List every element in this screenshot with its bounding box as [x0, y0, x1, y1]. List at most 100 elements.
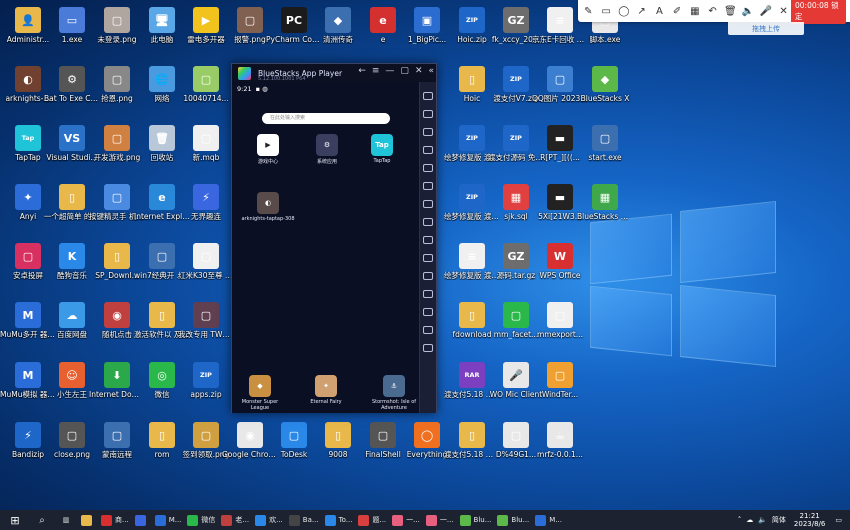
- arrow-icon[interactable]: ↗: [634, 3, 649, 19]
- macro-icon[interactable]: [423, 164, 433, 172]
- desktop-icon[interactable]: ⚡ 无界趣连: [178, 182, 234, 242]
- taskbar-app[interactable]: M...: [152, 510, 185, 530]
- minimize-icon[interactable]: —: [385, 66, 394, 76]
- folder-icon[interactable]: [423, 236, 433, 244]
- close-icon[interactable]: ✕: [776, 3, 791, 19]
- desktop-icon[interactable]: W WPS Office: [532, 241, 588, 301]
- home-icon[interactable]: [423, 326, 433, 334]
- desktop-icon-glyph: ZIP: [459, 7, 485, 33]
- taskbar-app[interactable]: Ba...: [286, 510, 322, 530]
- desktop-icon-glyph: ▦: [503, 184, 529, 210]
- location-icon[interactable]: [423, 254, 433, 262]
- taskbar-app[interactable]: [132, 510, 152, 530]
- dock-monster-super-league[interactable]: ◆ Monster Super League: [234, 375, 286, 411]
- desktop-icon-glyph: e: [370, 7, 396, 33]
- desktop-icon-glyph: ZIP: [503, 66, 529, 92]
- taskbar-app[interactable]: 欢...: [252, 510, 286, 530]
- upload-drop-button[interactable]: 拖拽上传: [728, 22, 804, 35]
- desktop-icon[interactable]: ▢ WindTer...: [532, 360, 588, 420]
- network-icon[interactable]: ☁: [746, 516, 753, 524]
- microphone-icon[interactable]: 🎤: [759, 3, 774, 19]
- app-taptap[interactable]: Tap TapTap: [362, 134, 402, 164]
- desktop-icon[interactable]: ▢ start.exe: [577, 123, 633, 183]
- app-system[interactable]: ⚙ 系统应用: [307, 134, 347, 165]
- text-icon[interactable]: A: [652, 3, 667, 19]
- desktop-icon-label: 10040714...: [183, 94, 229, 103]
- dock-stormshot[interactable]: ⚓ Stormshot: Isle of Adventure: [368, 375, 420, 411]
- desktop-icon-glyph: ▯: [459, 66, 485, 92]
- video-icon[interactable]: [423, 128, 433, 136]
- speaker-icon[interactable]: 🔈: [758, 516, 767, 524]
- tray-chevron-icon[interactable]: ˄: [738, 516, 742, 524]
- status-bar: 9:21 ▪ ◍: [232, 82, 420, 95]
- rotate-icon[interactable]: [423, 182, 433, 190]
- taskbar-app[interactable]: M...: [532, 510, 565, 530]
- ime-indicator[interactable]: 简体: [772, 515, 786, 525]
- desktop-icon[interactable]: ▦ BlueStacks 多开器...: [577, 182, 633, 242]
- clock[interactable]: 21:21 2023/8/6: [794, 512, 825, 528]
- speaker-icon[interactable]: 🔈: [741, 3, 756, 19]
- undo-icon[interactable]: ↶: [705, 3, 720, 19]
- taskbar-app[interactable]: 商...: [98, 510, 132, 530]
- apk-icon[interactable]: [423, 200, 433, 208]
- rectangle-icon[interactable]: ▭: [599, 3, 614, 19]
- delete-icon[interactable]: 🗑: [723, 3, 738, 19]
- settings-icon[interactable]: [423, 290, 433, 298]
- taskbar-app[interactable]: To...: [322, 510, 356, 530]
- marker-icon[interactable]: ✐: [670, 3, 685, 19]
- bluestacks-window: BlueStacks App Player 5.12.100.1001 P64 …: [231, 63, 437, 413]
- mosaic-icon[interactable]: ▦: [688, 3, 703, 19]
- circle-icon[interactable]: ◯: [617, 3, 632, 19]
- fullscreen-icon[interactable]: [423, 92, 433, 100]
- taskbar-app[interactable]: [78, 510, 98, 530]
- taskbar-app[interactable]: 一...: [423, 510, 457, 530]
- collapse-icon[interactable]: «: [428, 66, 434, 76]
- recording-timer[interactable]: 00:00:08 锁定: [791, 0, 847, 24]
- app-game-center[interactable]: ▶ 游戏中心: [248, 134, 288, 165]
- taskbar-app[interactable]: Blu...: [457, 510, 495, 530]
- dock-eternal-fairy[interactable]: ✦ Eternal Fairy: [302, 375, 350, 405]
- taskbar-app-label: 商...: [115, 516, 129, 524]
- desktop-icon-label: BlueStacks 多开器...: [577, 212, 633, 221]
- task-view-button[interactable]: ▥: [54, 510, 78, 530]
- desktop-icon-glyph: ▢: [193, 125, 219, 151]
- desktop-icon-glyph: ▣: [414, 7, 440, 33]
- taskbar-app[interactable]: 题...: [355, 510, 389, 530]
- app-arknights[interactable]: ◐ arknights-taptap-308: [240, 192, 296, 222]
- desktop-icon-glyph: ZIP: [459, 125, 485, 151]
- taskbar-app[interactable]: 一...: [389, 510, 423, 530]
- desktop-icon[interactable]: ZIP apps.zip: [178, 360, 234, 420]
- start-button[interactable]: ⊞: [0, 510, 30, 530]
- desktop-icon[interactable]: ▢ 10040714...: [178, 64, 234, 124]
- desktop-icon-glyph: ▢: [104, 7, 130, 33]
- back-icon[interactable]: ←: [358, 66, 366, 76]
- taskbar-app[interactable]: Blu...: [494, 510, 532, 530]
- notification-icon[interactable]: ▭: [835, 516, 842, 524]
- taskbar-app-label: 老...: [235, 516, 250, 524]
- desktop-icon[interactable]: ▢ 新.mqb: [178, 123, 234, 183]
- keyboard-icon[interactable]: [423, 146, 433, 154]
- desktop-icon-label: start.exe: [588, 153, 622, 162]
- taskbar-app-label: M...: [168, 516, 182, 524]
- menu-icon[interactable]: ≡: [372, 66, 380, 76]
- desktop-icon-glyph: e: [149, 184, 175, 210]
- desktop-icon[interactable]: ☕ mrfz-0.0.1...: [532, 420, 588, 480]
- pen-icon[interactable]: ✎: [581, 3, 596, 19]
- close-icon[interactable]: ✕: [415, 66, 423, 76]
- search-button[interactable]: ⌕: [30, 510, 54, 530]
- recent-icon[interactable]: [423, 344, 433, 352]
- desktop-icon[interactable]: ◆ BlueStacks X: [577, 64, 633, 124]
- desktop-icon-glyph: ▢: [237, 7, 263, 33]
- maximize-icon[interactable]: ▢: [400, 66, 409, 76]
- desktop-icon[interactable]: ▢ mmexport...: [532, 300, 588, 360]
- bluestacks-titlebar[interactable]: BlueStacks App Player 5.12.100.1001 P64 …: [232, 64, 436, 82]
- taskbar-app[interactable]: 微信: [184, 510, 218, 530]
- taskbar-app[interactable]: 老...: [218, 510, 252, 530]
- multi-instance-icon[interactable]: [423, 272, 433, 280]
- search-bar[interactable]: 在此处输入搜索: [262, 113, 390, 124]
- volume-icon[interactable]: [423, 110, 433, 118]
- back-nav-icon[interactable]: [423, 308, 433, 316]
- screenshot-icon[interactable]: [423, 218, 433, 226]
- desktop-icon-glyph: ▯: [325, 422, 351, 448]
- desktop-icon-glyph: ⚡: [15, 422, 41, 448]
